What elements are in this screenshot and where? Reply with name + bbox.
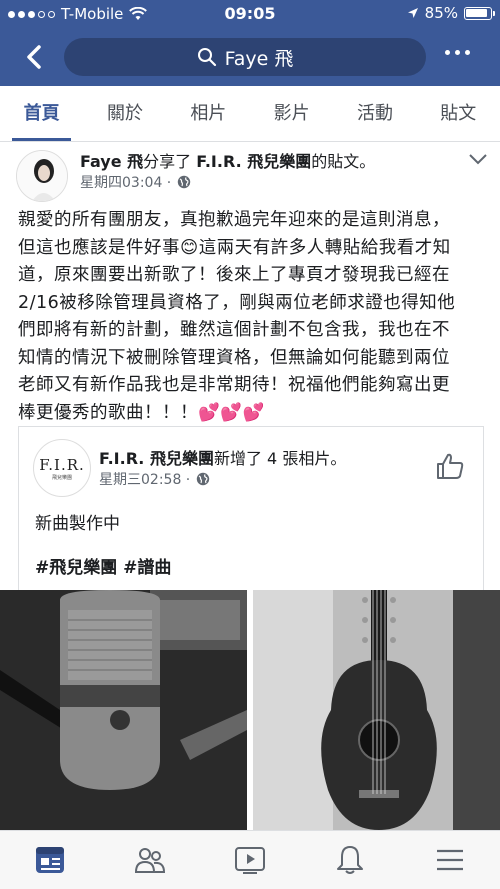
post-timestamp[interactable]: 星期四03:04 · (80, 172, 171, 192)
battery-icon (464, 6, 495, 20)
post-line: 道，原來團要出新歌了！後來上了專頁才發現我已經在 (18, 265, 450, 285)
watch-icon (235, 847, 265, 874)
tab-photos[interactable]: 相片 (167, 86, 250, 141)
post-body: 親愛的所有團朋友，真抱歉過完年迎來的是這則消息， 但這也應該是件好事😊這兩天有許… (18, 207, 486, 427)
app-header: T-Mobile 09:05 85% Faye 飛 (0, 0, 500, 86)
post-header: Faye 飛分享了 F.I.R. 飛兒樂團的貼文。 星期四03:04 · (0, 142, 500, 202)
bottom-nav (0, 830, 500, 889)
nav-groups[interactable] (100, 831, 200, 889)
nav-notifications[interactable] (300, 831, 400, 889)
guitar-image (253, 590, 500, 830)
microphone-image (0, 590, 247, 830)
like-icon[interactable] (435, 451, 465, 481)
page-avatar-subtext: 飛兒樂團 (51, 474, 72, 481)
post-title: Faye 飛分享了 F.I.R. 飛兒樂團的貼文。 (80, 148, 375, 172)
notifications-icon (337, 846, 363, 874)
shared-post-timestamp[interactable]: 星期三02:58 · (99, 469, 190, 489)
news-feed-icon (36, 847, 64, 873)
tab-about[interactable]: 關於 (83, 86, 166, 141)
status-right: 85% (407, 4, 495, 22)
shared-page-name[interactable]: F.I.R. 飛兒樂團 (99, 449, 214, 468)
post-meta: 星期四03:04 · (80, 172, 191, 192)
shared-post-hashtags[interactable]: #飛兒樂團 #譜曲 (35, 553, 171, 578)
shared-post-text: 新曲製作中 (35, 514, 120, 534)
nav-watch[interactable] (200, 831, 300, 889)
tab-events[interactable]: 活動 (333, 86, 416, 141)
search-text: Faye 飛 (224, 47, 294, 70)
status-bar: T-Mobile 09:05 85% (0, 0, 500, 28)
more-options-icon[interactable] (445, 50, 470, 55)
post-line: 但這也應該是件好事😊這兩天有許多人轉貼給我看才知 (18, 237, 451, 258)
location-icon (407, 8, 418, 18)
page-tabs: 首頁 關於 相片 影片 活動 貼文 (0, 86, 500, 142)
post-line: 親愛的所有團朋友，真抱歉過完年迎來的是這則消息， (18, 210, 450, 230)
search-icon (197, 48, 216, 67)
menu-icon (437, 849, 463, 871)
shared-post-title: F.I.R. 飛兒樂團新增了 4 張相片。 (99, 445, 346, 469)
page-avatar[interactable]: F.I.R. 飛兒樂團 (33, 439, 91, 497)
post-line: 們即將有新的計劃，雖然這個計劃不包含我，我也在不 (18, 320, 450, 340)
globe-icon (178, 175, 191, 189)
chevron-down-icon[interactable] (468, 152, 488, 166)
search-bar[interactable]: Faye 飛 (64, 38, 426, 76)
post-action-suffix: 的貼文。 (311, 152, 376, 171)
post-action: 分享了 (143, 152, 192, 171)
page-avatar-logo: F.I.R. (39, 455, 85, 474)
profile-picture (17, 151, 67, 201)
battery-percent: 85% (424, 4, 458, 22)
tab-videos[interactable]: 影片 (250, 86, 333, 141)
post-line: 棒更優秀的歌曲！！！💕💕💕 (18, 402, 265, 423)
globe-icon (197, 472, 210, 486)
tab-home[interactable]: 首頁 (0, 86, 83, 141)
post-line: 老師又有新作品我也是非常期待！祝福他們能夠寫出更 (18, 375, 450, 395)
nav-menu[interactable] (400, 831, 500, 889)
back-icon[interactable] (20, 42, 50, 72)
nav-news-feed[interactable] (0, 831, 100, 889)
post-author[interactable]: Faye 飛 (80, 152, 143, 171)
groups-icon (134, 848, 166, 873)
navbar: Faye 飛 (0, 34, 500, 80)
shared-post-card[interactable]: F.I.R. 飛兒樂團 F.I.R. 飛兒樂團新增了 4 張相片。 星期三02:… (18, 426, 484, 590)
post-line: 2/16被移除管理員資格了，剛與兩位老師求證也得知他 (18, 292, 456, 313)
post-line: 知情的情況下被刪除管理資格，但無論如何能聽到兩位 (18, 347, 450, 368)
tab-posts[interactable]: 貼文 (417, 86, 500, 141)
post-shared-from[interactable]: F.I.R. 飛兒樂團 (196, 152, 311, 171)
shared-post-action: 新增了 4 張相片。 (213, 449, 347, 468)
photo-microphone[interactable] (0, 590, 247, 830)
avatar[interactable] (16, 150, 68, 202)
photo-grid (0, 590, 500, 830)
shared-post-meta: 星期三02:58 · (99, 469, 210, 489)
photo-guitar[interactable] (253, 590, 500, 830)
